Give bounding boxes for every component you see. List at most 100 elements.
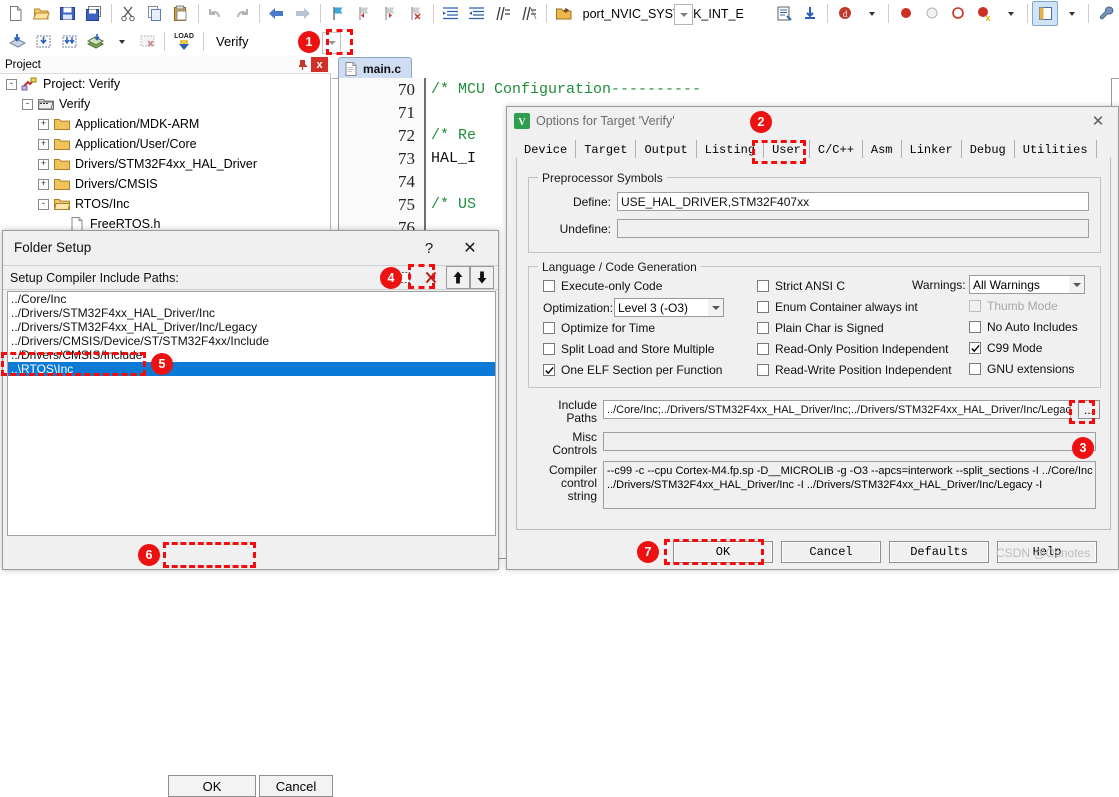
folder-setup-ok-button[interactable]: OK [168, 775, 256, 797]
tab-c-c++[interactable]: C/C++ [810, 140, 863, 159]
open-file-icon[interactable] [29, 1, 55, 26]
include-paths-list[interactable]: ../Core/Inc../Drivers/STM32F4xx_HAL_Driv… [7, 291, 496, 536]
debug-start-icon[interactable]: d [832, 1, 858, 26]
tree-expander[interactable]: - [38, 199, 49, 210]
include-path-item[interactable]: ../Core/Inc [8, 292, 495, 306]
navigate-forward-icon[interactable] [290, 1, 316, 26]
download-icon[interactable] [797, 1, 823, 26]
delete-x-icon[interactable] [419, 266, 443, 289]
active-project-combo-arrow[interactable] [322, 32, 341, 54]
uncomment-icon[interactable] [516, 1, 542, 26]
batch-build-icon[interactable] [82, 29, 108, 54]
checkbox-c99-mode[interactable]: C99 Mode [969, 341, 1042, 355]
debug-dropdown-arrow[interactable] [858, 1, 884, 26]
tree-expander[interactable]: - [6, 79, 17, 90]
tab-device[interactable]: Device [516, 140, 576, 159]
folder-setup-cancel-button[interactable]: Cancel [259, 775, 333, 797]
pin-icon[interactable] [295, 57, 309, 71]
close-icon[interactable]: x [311, 57, 328, 72]
cut-icon[interactable] [116, 1, 142, 26]
project-window-toggle-icon[interactable] [1032, 1, 1058, 26]
misc-controls-input[interactable] [603, 432, 1096, 451]
tree-item-drivers-stm32f4xx-hal-driver[interactable]: +Drivers/STM32F4xx_HAL_Driver [0, 154, 331, 174]
move-up-arrow-icon[interactable] [446, 266, 470, 289]
target-combo-arrow[interactable] [674, 4, 693, 25]
breakpoint-disable-icon[interactable] [919, 1, 945, 26]
tree-item-application-user-core[interactable]: +Application/User/Core [0, 134, 331, 154]
configuration-wrench-icon[interactable] [1093, 1, 1119, 26]
configure-target-icon[interactable] [551, 1, 577, 26]
checkbox-no-auto-includes[interactable]: No Auto Includes [969, 320, 1078, 334]
compiler-control-string-box[interactable]: --c99 -c --cpu Cortex-M4.fp.sp -D__MICRO… [603, 461, 1096, 509]
tree-expander[interactable]: - [22, 99, 33, 110]
tree-item-verify[interactable]: -Verify [0, 94, 331, 114]
include-path-item[interactable]: ../Drivers/CMSIS/Device/ST/STM32F4xx/Inc… [8, 334, 495, 348]
options-ok-button[interactable]: OK [673, 541, 773, 563]
indent-increase-icon[interactable] [438, 1, 464, 26]
include-paths-input[interactable]: ../Core/Inc;../Drivers/STM32F4xx_HAL_Dri… [603, 400, 1071, 419]
rebuild-all-icon[interactable] [56, 29, 82, 54]
options-tab-row[interactable]: DeviceTargetOutputListingUserC/C++AsmLin… [516, 139, 1097, 159]
project-window-dropdown-arrow[interactable] [1058, 1, 1084, 26]
include-path-item[interactable]: ..\RTOS\Inc [8, 362, 495, 376]
tab-user[interactable]: User [764, 140, 810, 159]
checkbox-optimize-for-time[interactable]: Optimize for Time [543, 321, 655, 335]
bookmark-toggle-icon[interactable] [325, 1, 351, 26]
save-icon[interactable] [55, 1, 81, 26]
tab-asm[interactable]: Asm [863, 140, 902, 159]
checkbox-box[interactable] [969, 321, 981, 333]
breakpoint-kill-all-icon[interactable]: x [971, 1, 997, 26]
checkbox-read-write-position-independent[interactable]: Read-Write Position Independent [757, 363, 952, 377]
new-file-icon[interactable] [3, 1, 29, 26]
include-paths-browse-button[interactable]: ... [1078, 400, 1100, 419]
close-icon[interactable]: ✕ [1078, 107, 1118, 134]
copy-icon[interactable] [142, 1, 168, 26]
checkbox-box[interactable] [969, 342, 981, 354]
include-path-item[interactable]: ../Drivers/STM32F4xx_HAL_Driver/Inc [8, 306, 495, 320]
undo-icon[interactable] [203, 1, 229, 26]
build-target-icon[interactable] [30, 29, 56, 54]
help-icon[interactable]: ? [414, 236, 444, 260]
include-path-item[interactable]: ../Drivers/CMSIS/Include [8, 348, 495, 362]
checkbox-box[interactable] [757, 343, 769, 355]
chevron-down-icon[interactable] [1069, 276, 1084, 293]
checkbox-plain-char-is-signed[interactable]: Plain Char is Signed [757, 321, 884, 335]
checkbox-box[interactable] [969, 363, 981, 375]
batch-build-dropdown-arrow[interactable] [108, 29, 134, 54]
checkbox-split-load-and-store-multiple[interactable]: Split Load and Store Multiple [543, 342, 714, 356]
manage-components-icon[interactable] [771, 1, 797, 26]
tree-expander[interactable]: + [38, 179, 49, 190]
move-down-arrow-icon[interactable] [470, 266, 494, 289]
tab-debug[interactable]: Debug [962, 140, 1015, 159]
checkbox-box[interactable] [757, 322, 769, 334]
tab-target[interactable]: Target [576, 140, 636, 159]
translate-file-icon[interactable] [4, 29, 30, 54]
checkbox-box[interactable] [543, 343, 555, 355]
checkbox-strict-ansi-c[interactable]: Strict ANSI C [757, 279, 845, 293]
bookmark-clear-icon[interactable] [403, 1, 429, 26]
comment-icon[interactable] [490, 1, 516, 26]
save-all-icon[interactable] [81, 1, 107, 26]
checkbox-box[interactable] [757, 364, 769, 376]
tab-linker[interactable]: Linker [902, 140, 962, 159]
bookmark-prev-icon[interactable] [351, 1, 377, 26]
tree-item-drivers-cmsis[interactable]: +Drivers/CMSIS [0, 174, 331, 194]
breakpoint-insert-icon[interactable] [893, 1, 919, 26]
warnings-select[interactable]: All Warnings [969, 275, 1085, 294]
tab-output[interactable]: Output [636, 140, 696, 159]
options-cancel-button[interactable]: Cancel [781, 541, 881, 563]
checkbox-execute-only-code[interactable]: Execute-only Code [543, 279, 662, 293]
breakpoint-disable-all-icon[interactable] [945, 1, 971, 26]
options-defaults-button[interactable]: Defaults [889, 541, 989, 563]
define-input[interactable]: USE_HAL_DRIVER,STM32F407xx [617, 192, 1089, 211]
breakpoint-dropdown-arrow[interactable] [997, 1, 1023, 26]
tab-utilities[interactable]: Utilities [1015, 140, 1097, 159]
undefine-input[interactable] [617, 219, 1089, 238]
code-line[interactable]: /* MCU Configuration---------- [431, 78, 1111, 101]
bookmark-next-icon[interactable] [377, 1, 403, 26]
download-to-flash-icon[interactable]: LOAD [169, 29, 199, 54]
checkbox-box[interactable] [757, 280, 769, 292]
checkbox-box[interactable] [543, 280, 555, 292]
paste-icon[interactable] [168, 1, 194, 26]
checkbox-gnu-extensions[interactable]: GNU extensions [969, 362, 1074, 376]
